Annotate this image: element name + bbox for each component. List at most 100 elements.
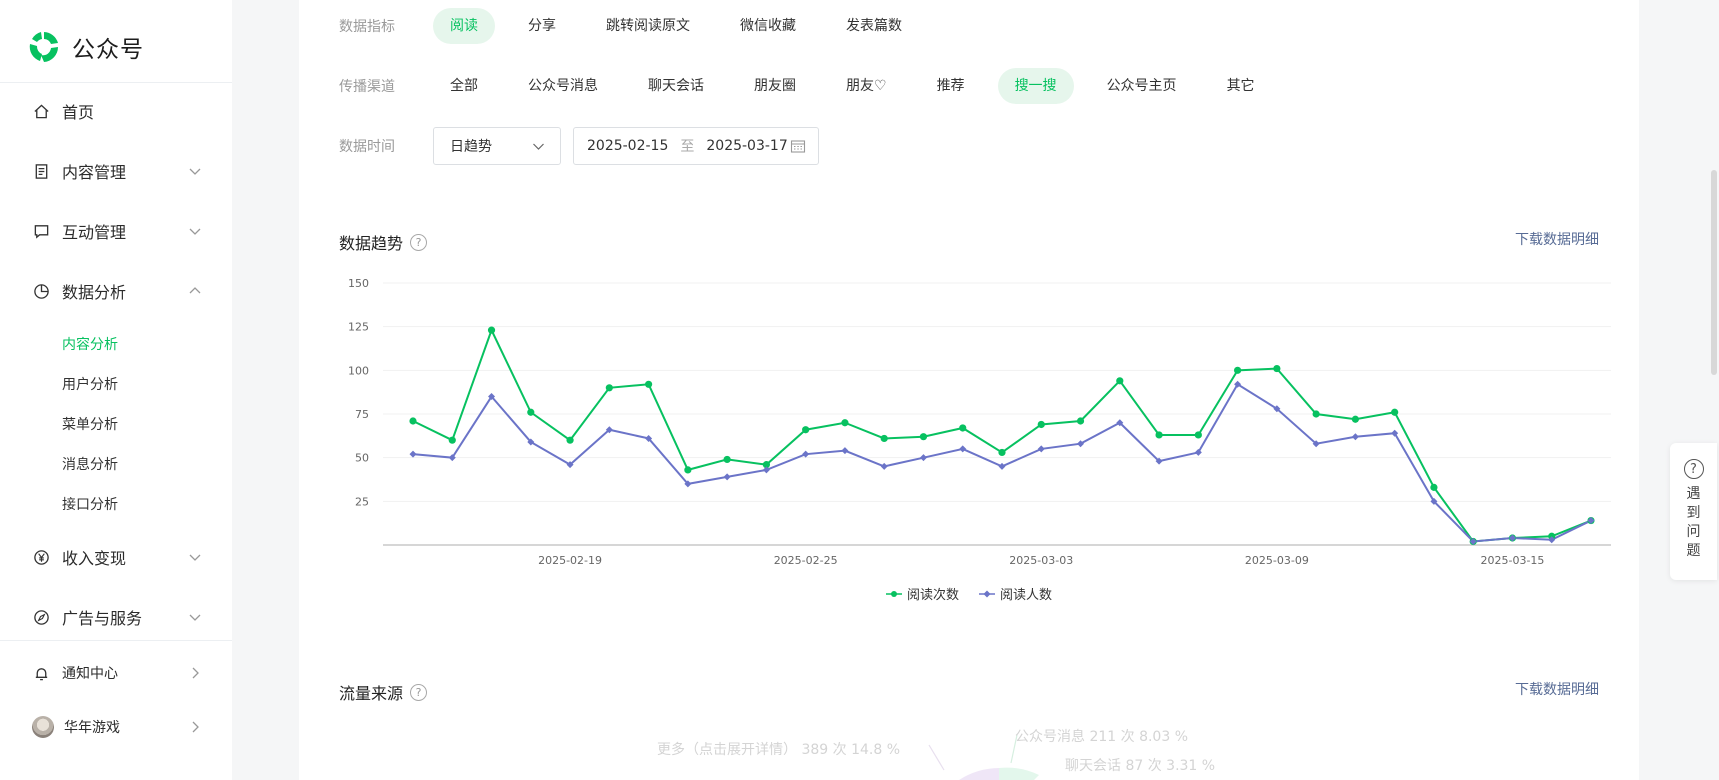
message-icon <box>32 222 50 240</box>
data-point <box>723 473 731 481</box>
chip-read[interactable]: 阅读 <box>433 8 495 44</box>
trend-section-title: 数据趋势 ? <box>339 230 428 254</box>
y-tick-label: 125 <box>348 321 369 334</box>
channel-filter-row: 传播渠道 全部 公众号消息 聊天会话 朋友圈 朋友♡ 推荐 搜一搜 公众号主页 … <box>339 68 1288 104</box>
sidebar-item-content-management[interactable]: 内容管理 <box>32 156 202 186</box>
chip-chat[interactable]: 聊天会话 <box>631 68 721 104</box>
data-point <box>1077 440 1085 448</box>
calendar-icon <box>790 140 806 153</box>
traffic-section-title: 流量来源 ? <box>339 680 428 704</box>
date-end[interactable]: 2025-03-17 <box>706 138 787 154</box>
chip-official-message[interactable]: 公众号消息 <box>511 68 615 104</box>
main-panel: 数据指标 阅读 分享 跳转阅读原文 微信收藏 发表篇数 传播渠道 全部 公众号消… <box>299 0 1639 780</box>
pie-label-more[interactable]: 更多（点击展开详情） 389 次 14.8 % <box>657 739 900 759</box>
data-point <box>919 433 928 441</box>
chevron-down-icon <box>189 614 201 621</box>
legend-label: 阅读次数 <box>906 588 959 603</box>
chip-other[interactable]: 其它 <box>1210 68 1272 104</box>
brand-logo[interactable]: 公众号 <box>27 30 144 64</box>
legend-item-reader-count[interactable]: 阅读人数 <box>979 584 1052 603</box>
sidebar-subitem-content-analysis[interactable]: 内容分析 <box>62 334 118 354</box>
trend-download-link[interactable]: 下载数据明细 <box>1515 229 1599 249</box>
traffic-title: 流量来源 <box>339 684 404 703</box>
chip-search[interactable]: 搜一搜 <box>997 68 1074 104</box>
divider <box>0 82 232 83</box>
legend-marker-circle <box>885 590 902 597</box>
data-point <box>998 448 1006 457</box>
data-point <box>959 445 967 453</box>
data-point <box>645 380 653 388</box>
data-point <box>409 417 417 425</box>
page-scrollbar[interactable] <box>1711 170 1717 375</box>
data-point <box>1037 420 1045 429</box>
data-point <box>998 462 1006 470</box>
sidebar-subitem-menu-analysis[interactable]: 菜单分析 <box>62 414 118 434</box>
sidebar-item-monetization[interactable]: 收入变现 <box>32 542 202 572</box>
chip-official-homepage[interactable]: 公众号主页 <box>1090 68 1194 104</box>
help-icon[interactable]: ? <box>410 233 428 251</box>
sidebar: 公众号 首页 内容管理 互动管理 数据分析 内容分析 用户分析 菜单分析 消息分… <box>0 0 232 780</box>
sidebar-item-interaction-management[interactable]: 互动管理 <box>32 216 202 246</box>
trend-select[interactable]: 日趋势 <box>433 127 561 165</box>
data-point <box>841 447 849 455</box>
time-label: 数据时间 <box>339 139 395 155</box>
account-name: 华年游戏 <box>64 720 120 736</box>
chip-post-count[interactable]: 发表篇数 <box>829 8 919 44</box>
data-point <box>1312 410 1320 418</box>
data-point <box>919 454 927 462</box>
pie-label-official-message: 公众号消息 211 次 8.03 % <box>1015 729 1188 745</box>
data-point <box>409 450 417 458</box>
sidebar-item-label: 收入变现 <box>62 549 127 568</box>
chip-share[interactable]: 分享 <box>511 8 573 44</box>
sidebar-subitem-user-analysis[interactable]: 用户分析 <box>62 374 118 394</box>
wechat-official-logo-icon <box>29 32 59 62</box>
chip-moments[interactable]: 朋友圈 <box>737 68 813 104</box>
help-widget[interactable]: ? 遇到问题 <box>1670 443 1717 580</box>
sidebar-item-account[interactable]: 华年游戏 <box>32 712 202 742</box>
chip-all[interactable]: 全部 <box>433 68 495 104</box>
data-point <box>1351 433 1359 441</box>
chip-friends-like[interactable]: 朋友♡ <box>829 68 904 104</box>
date-start[interactable]: 2025-02-15 <box>587 138 668 154</box>
chip-wechat-favorite[interactable]: 微信收藏 <box>723 8 813 44</box>
trend-title: 数据趋势 <box>339 234 404 253</box>
trend-line-chart: 25 50 75 100 125 150 2025-02-19 2025-02-25 2025-… <box>348 277 1611 567</box>
channel-label: 传播渠道 <box>339 79 395 95</box>
sidebar-item-home[interactable]: 首页 <box>32 96 202 126</box>
y-tick-label: 50 <box>355 452 369 465</box>
sidebar-item-data-analysis[interactable]: 数据分析 <box>32 276 202 306</box>
chip-jump-original[interactable]: 跳转阅读原文 <box>589 8 707 44</box>
chevron-down-icon <box>189 554 201 561</box>
chart-legend: 阅读次数 阅读人数 <box>299 584 1639 603</box>
chip-recommend[interactable]: 推荐 <box>920 68 982 104</box>
data-point <box>723 455 731 464</box>
legend-item-read-count[interactable]: 阅读次数 <box>885 584 959 603</box>
pie-label-chat: 聊天会话 87 次 3.31 % <box>1065 758 1216 774</box>
sidebar-item-notifications[interactable]: 通知中心 <box>32 658 202 688</box>
x-tick-label: 2025-03-15 <box>1480 554 1544 567</box>
x-tick-label: 2025-03-03 <box>1009 554 1073 567</box>
sidebar-item-label: 互动管理 <box>62 223 127 242</box>
data-point <box>880 462 888 470</box>
data-point <box>487 326 496 334</box>
legend-marker-diamond <box>979 590 995 597</box>
sidebar-item-ads-services[interactable]: 广告与服务 <box>32 602 202 632</box>
legend-label: 阅读人数 <box>1000 588 1053 603</box>
sidebar-item-label: 数据分析 <box>62 283 127 302</box>
help-icon[interactable]: ? <box>410 683 428 701</box>
data-point <box>1234 366 1242 374</box>
data-point <box>448 436 456 444</box>
time-filter-row: 数据时间 日趋势 2025-02-15 至 2025-03-17 <box>339 127 819 165</box>
x-tick-label: 2025-03-09 <box>1245 554 1309 567</box>
data-point <box>1155 431 1163 439</box>
traffic-download-link[interactable]: 下载数据明细 <box>1515 679 1599 699</box>
avatar <box>32 716 54 738</box>
document-icon <box>32 162 50 180</box>
data-point <box>1430 483 1438 491</box>
sidebar-subitem-api-analysis[interactable]: 接口分析 <box>62 494 118 514</box>
data-point <box>1351 415 1359 423</box>
chevron-right-icon <box>192 721 199 733</box>
date-range-picker[interactable]: 2025-02-15 至 2025-03-17 <box>573 127 819 165</box>
date-separator: 至 <box>680 139 695 155</box>
sidebar-subitem-message-analysis[interactable]: 消息分析 <box>62 454 118 474</box>
